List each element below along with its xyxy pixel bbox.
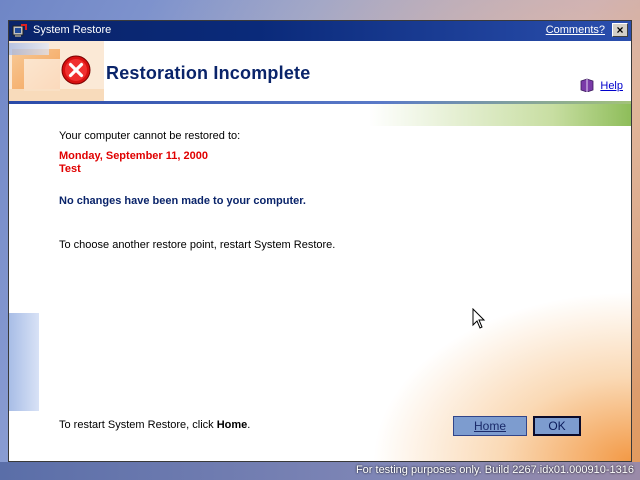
book-icon[interactable] bbox=[579, 78, 595, 92]
mouse-pointer-icon bbox=[472, 308, 486, 329]
window-title: System Restore bbox=[33, 24, 112, 36]
comments-link[interactable]: Comments? bbox=[546, 24, 605, 36]
header-green-fade bbox=[369, 104, 631, 126]
system-restore-icon bbox=[12, 24, 27, 37]
restart-suffix: . bbox=[247, 419, 251, 431]
restart-home-word: Home bbox=[216, 419, 248, 431]
help-link[interactable]: Help bbox=[600, 80, 623, 92]
page-title: Restoration Incomplete bbox=[106, 63, 311, 83]
choose-another-text: To choose another restore point, restart… bbox=[59, 239, 336, 251]
side-decoration bbox=[9, 313, 39, 411]
system-restore-window: System Restore Comments? × Restoration I… bbox=[8, 20, 632, 462]
restart-prefix: To restart System Restore, click bbox=[59, 419, 217, 431]
restore-point-name: Test bbox=[59, 163, 81, 175]
intro-text: Your computer cannot be restored to: bbox=[59, 130, 241, 142]
restart-instruction: To restart System Restore, click Home. bbox=[59, 419, 250, 431]
restore-date: Monday, September 11, 2000 bbox=[59, 150, 208, 162]
error-x-icon bbox=[61, 55, 91, 85]
title-bar[interactable]: System Restore Comments? × bbox=[9, 21, 631, 41]
header-panel: Restoration Incomplete Help bbox=[9, 41, 631, 101]
build-watermark: For testing purposes only. Build 2267.id… bbox=[355, 464, 634, 476]
home-button[interactable]: Home bbox=[453, 416, 527, 436]
close-button[interactable]: × bbox=[612, 23, 628, 37]
no-changes-message: No changes have been made to your comput… bbox=[59, 195, 306, 207]
ok-button[interactable]: OK bbox=[533, 416, 581, 436]
